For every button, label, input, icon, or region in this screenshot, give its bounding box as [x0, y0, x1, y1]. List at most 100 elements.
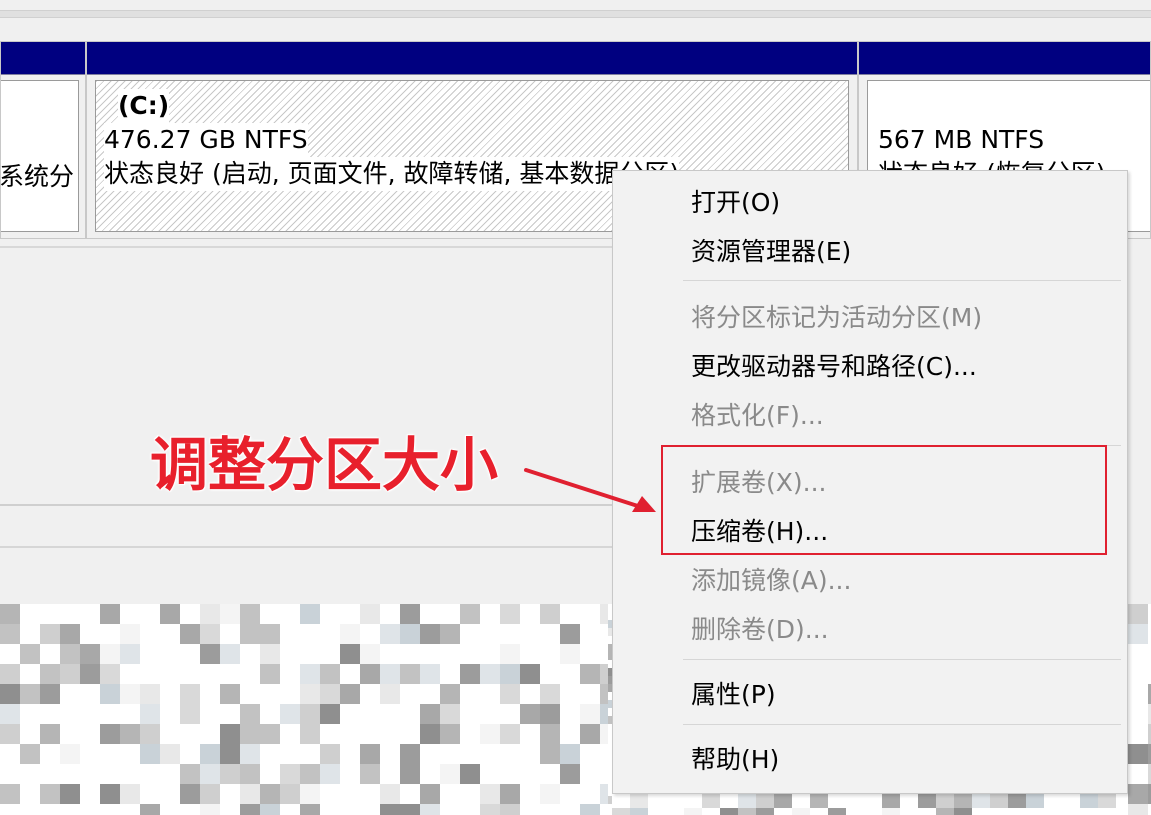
mosaic-tile	[702, 808, 720, 815]
mosaic-tile	[360, 764, 380, 784]
menu-item-explorer[interactable]: 资源管理器(E)	[691, 235, 851, 269]
mosaic-tile	[480, 684, 500, 704]
mosaic-tile	[40, 784, 60, 804]
mosaic-tile	[20, 784, 40, 804]
mosaic-tile	[420, 624, 440, 644]
mosaic-tile	[80, 784, 100, 804]
mosaic-tile	[500, 704, 520, 724]
mosaic-tile	[420, 744, 440, 764]
partition-body: 系统分	[0, 80, 79, 232]
mosaic-tile	[20, 684, 40, 704]
partition-label: (C:)	[118, 89, 170, 123]
mosaic-tile	[320, 724, 340, 744]
mosaic-tile	[666, 808, 684, 815]
mosaic-tile	[60, 604, 80, 624]
mosaic-tile	[260, 804, 280, 815]
mosaic-tile	[240, 724, 260, 744]
mosaic-tile	[160, 644, 180, 664]
mosaic-tile	[320, 604, 340, 624]
menu-separator	[683, 659, 1121, 660]
mosaic-tile	[560, 724, 580, 744]
mosaic-tile	[480, 664, 500, 684]
mosaic-tile	[20, 664, 40, 684]
mosaic-tile	[936, 808, 954, 815]
mosaic-tile	[240, 704, 260, 724]
partition-header	[87, 42, 857, 75]
mosaic-tile	[460, 604, 480, 624]
mosaic-tile	[240, 784, 260, 804]
mosaic-tile	[380, 704, 400, 724]
mosaic-tile	[0, 784, 20, 804]
mosaic-tile	[580, 784, 600, 804]
mosaic-tile	[240, 804, 260, 815]
mosaic-tile	[560, 804, 580, 815]
mosaic-tile	[480, 744, 500, 764]
mosaic-tile	[260, 764, 280, 784]
mosaic-tile	[520, 624, 540, 644]
mosaic-tile	[260, 704, 280, 724]
annotation-highlight-box	[661, 445, 1107, 555]
mosaic-tile	[40, 704, 60, 724]
mosaic-tile	[480, 784, 500, 804]
menu-item-change-drive-letter[interactable]: 更改驱动器号和路径(C)...	[691, 350, 977, 384]
mosaic-tile	[260, 624, 280, 644]
mosaic-tile	[260, 744, 280, 764]
mosaic-tile	[80, 684, 100, 704]
mosaic-tile	[60, 704, 80, 724]
menu-item-add-mirror[interactable]: 添加镜像(A)...	[691, 564, 851, 598]
mosaic-tile	[420, 644, 440, 664]
mosaic-tile	[990, 808, 1008, 815]
mosaic-tile	[420, 784, 440, 804]
mosaic-tile	[360, 744, 380, 764]
menu-item-delete-volume[interactable]: 删除卷(D)...	[691, 613, 829, 647]
mosaic-tile	[440, 784, 460, 804]
mosaic-tile	[40, 624, 60, 644]
mosaic-tile	[560, 744, 580, 764]
mosaic-tile	[0, 764, 20, 784]
mosaic-tile	[360, 604, 380, 624]
mosaic-tile	[360, 684, 380, 704]
menu-item-format[interactable]: 格式化(F)...	[691, 399, 824, 433]
mosaic-tile	[320, 784, 340, 804]
menu-item-mark-active[interactable]: 将分区标记为活动分区(M)	[691, 301, 982, 335]
mosaic-tile	[120, 604, 140, 624]
menu-item-help[interactable]: 帮助(H)	[691, 743, 779, 777]
mosaic-tile	[20, 704, 40, 724]
mosaic-tile	[340, 604, 360, 624]
mosaic-tile	[220, 744, 240, 764]
mosaic-tile	[280, 624, 300, 644]
mosaic-tile	[360, 624, 380, 644]
mosaic-tile	[100, 644, 120, 664]
mosaic-tile	[60, 764, 80, 784]
menu-item-properties[interactable]: 属性(P)	[691, 678, 776, 712]
partition-system[interactable]: 系统分	[0, 41, 86, 239]
panel-divider	[0, 546, 612, 548]
mosaic-tile	[240, 664, 260, 684]
mosaic-tile	[400, 764, 420, 784]
mosaic-tile	[420, 684, 440, 704]
partition-header	[859, 42, 1150, 75]
mosaic-tile	[520, 684, 540, 704]
window-top-area	[0, 0, 1151, 40]
mosaic-tile	[200, 704, 220, 724]
mosaic-tile	[60, 804, 80, 815]
mosaic-tile	[360, 784, 380, 804]
mosaic-tile	[40, 744, 60, 764]
mosaic-tile	[1128, 604, 1148, 624]
mosaic-tile	[280, 744, 300, 764]
mosaic-tile	[440, 804, 460, 815]
mosaic-tile	[160, 664, 180, 684]
mosaic-tile	[180, 624, 200, 644]
mosaic-tile	[0, 664, 20, 684]
mosaic-tile	[100, 704, 120, 724]
mosaic-tile	[500, 644, 520, 664]
mosaic-tile	[580, 684, 600, 704]
mosaic-tile	[160, 624, 180, 644]
mosaic-tile	[180, 724, 200, 744]
menu-item-open[interactable]: 打开(O)	[691, 186, 780, 220]
mosaic-tile	[340, 744, 360, 764]
mosaic-tile	[900, 808, 918, 815]
mosaic-tile	[280, 804, 300, 815]
mosaic-tile	[120, 644, 140, 664]
pixelated-region	[1128, 604, 1151, 815]
